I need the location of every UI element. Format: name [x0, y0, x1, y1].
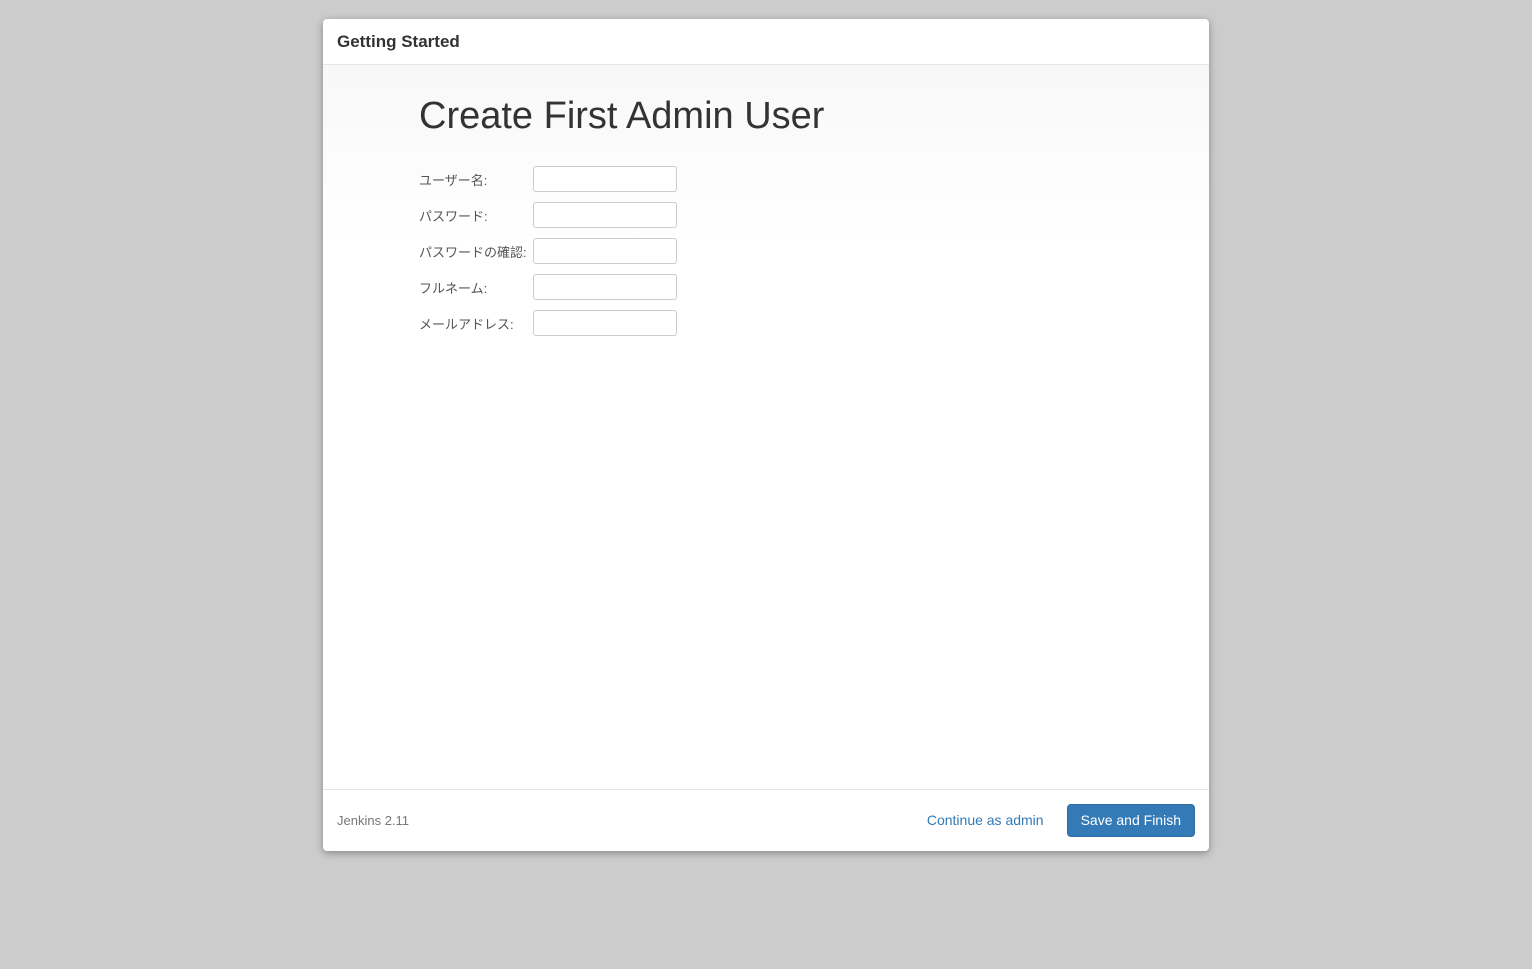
- setup-wizard-modal: Getting Started Create First Admin User …: [323, 19, 1209, 851]
- password-label: パスワード:: [419, 202, 533, 238]
- form-row-username: ユーザー名:: [419, 166, 677, 202]
- email-label: メールアドレス:: [419, 310, 533, 346]
- form-row-email: メールアドレス:: [419, 310, 677, 346]
- confirm-password-label: パスワードの確認:: [419, 238, 533, 274]
- modal-body: Create First Admin User ユーザー名: パスワード: パス…: [323, 65, 1209, 789]
- continue-as-admin-button[interactable]: Continue as admin: [914, 805, 1057, 836]
- version-label: Jenkins 2.11: [337, 813, 409, 828]
- admin-user-form: ユーザー名: パスワード: パスワードの確認: フルネーム:: [419, 166, 677, 346]
- page-title: Create First Admin User: [419, 95, 1209, 138]
- fullname-input[interactable]: [533, 274, 677, 300]
- save-and-finish-button[interactable]: Save and Finish: [1067, 804, 1195, 837]
- fullname-label: フルネーム:: [419, 274, 533, 310]
- password-input[interactable]: [533, 202, 677, 228]
- email-input[interactable]: [533, 310, 677, 336]
- form-row-fullname: フルネーム:: [419, 274, 677, 310]
- modal-footer: Jenkins 2.11 Continue as admin Save and …: [323, 789, 1209, 851]
- form-row-password: パスワード:: [419, 202, 677, 238]
- form-row-confirm-password: パスワードの確認:: [419, 238, 677, 274]
- modal-header: Getting Started: [323, 19, 1209, 65]
- confirm-password-input[interactable]: [533, 238, 677, 264]
- username-input[interactable]: [533, 166, 677, 192]
- modal-title: Getting Started: [337, 32, 1195, 52]
- username-label: ユーザー名:: [419, 166, 533, 202]
